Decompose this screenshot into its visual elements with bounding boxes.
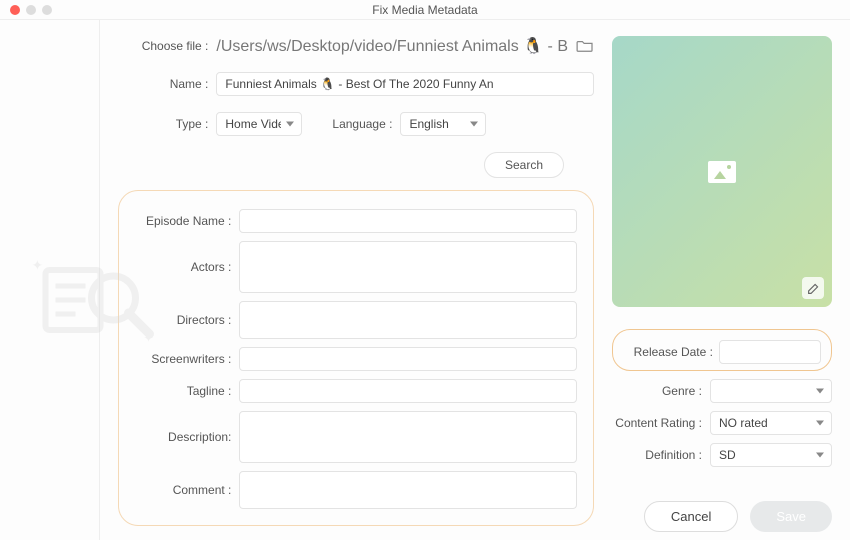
window-title: Fix Media Metadata xyxy=(0,3,850,17)
tagline-label: Tagline : xyxy=(135,384,231,398)
name-label: Name : xyxy=(118,77,208,91)
directors-input[interactable] xyxy=(239,301,577,339)
image-placeholder-icon xyxy=(708,161,736,183)
name-input[interactable] xyxy=(216,72,594,96)
footer-buttons: Cancel Save xyxy=(612,475,832,532)
side-meta: Genre : Content Rating : NO rated Defini… xyxy=(612,371,832,475)
release-date-input[interactable] xyxy=(719,340,821,364)
left-column: ✦ ✦ xyxy=(0,20,100,540)
save-button[interactable]: Save xyxy=(750,501,832,532)
search-button[interactable]: Search xyxy=(484,152,564,178)
search-illustration-icon: ✦ ✦ xyxy=(25,250,160,350)
description-input[interactable] xyxy=(239,411,577,463)
comment-label: Comment : xyxy=(135,483,231,497)
top-form: Choose file : /Users/ws/Desktop/video/Fu… xyxy=(118,36,594,186)
form-area: Choose file : /Users/ws/Desktop/video/Fu… xyxy=(118,36,594,532)
definition-label: Definition : xyxy=(612,448,702,462)
actors-input[interactable] xyxy=(239,241,577,293)
release-date-label: Release Date : xyxy=(623,345,713,359)
genre-select[interactable] xyxy=(710,379,832,403)
episode-name-input[interactable] xyxy=(239,209,577,233)
language-label: Language : xyxy=(332,117,392,131)
definition-select[interactable]: SD xyxy=(710,443,832,467)
content-rating-label: Content Rating : xyxy=(612,416,702,430)
type-label: Type : xyxy=(118,117,208,131)
choose-file-label: Choose file : xyxy=(118,39,208,53)
tagline-input[interactable] xyxy=(239,379,577,403)
screenwriters-label: Screenwriters : xyxy=(135,352,231,366)
release-panel: Release Date : xyxy=(612,329,832,371)
episode-name-label: Episode Name : xyxy=(135,214,231,228)
svg-text:✦: ✦ xyxy=(144,331,154,345)
description-label: Description: xyxy=(135,430,231,444)
content: ✦ ✦ Choose file : /Users/ws/Desktop/vide… xyxy=(0,20,850,540)
screenwriters-input[interactable] xyxy=(239,347,577,371)
comment-input[interactable] xyxy=(239,471,577,509)
language-select[interactable]: English xyxy=(400,112,486,136)
content-rating-select[interactable]: NO rated xyxy=(710,411,832,435)
pencil-icon xyxy=(807,282,820,295)
poster-preview xyxy=(612,36,832,307)
file-path-text: /Users/ws/Desktop/video/Funniest Animals… xyxy=(216,36,568,56)
titlebar: Fix Media Metadata xyxy=(0,0,850,20)
side-column: Release Date : Genre : Content Rating : … xyxy=(612,36,832,532)
type-select[interactable]: Home Vide… xyxy=(216,112,302,136)
cancel-button[interactable]: Cancel xyxy=(644,501,738,532)
genre-label: Genre : xyxy=(612,384,702,398)
main-column: Choose file : /Users/ws/Desktop/video/Fu… xyxy=(100,20,850,540)
details-panel: Episode Name : Actors : Directors : Scre… xyxy=(118,190,594,526)
svg-text:✦: ✦ xyxy=(32,257,44,273)
edit-poster-button[interactable] xyxy=(802,277,824,299)
folder-open-icon[interactable] xyxy=(576,39,594,53)
